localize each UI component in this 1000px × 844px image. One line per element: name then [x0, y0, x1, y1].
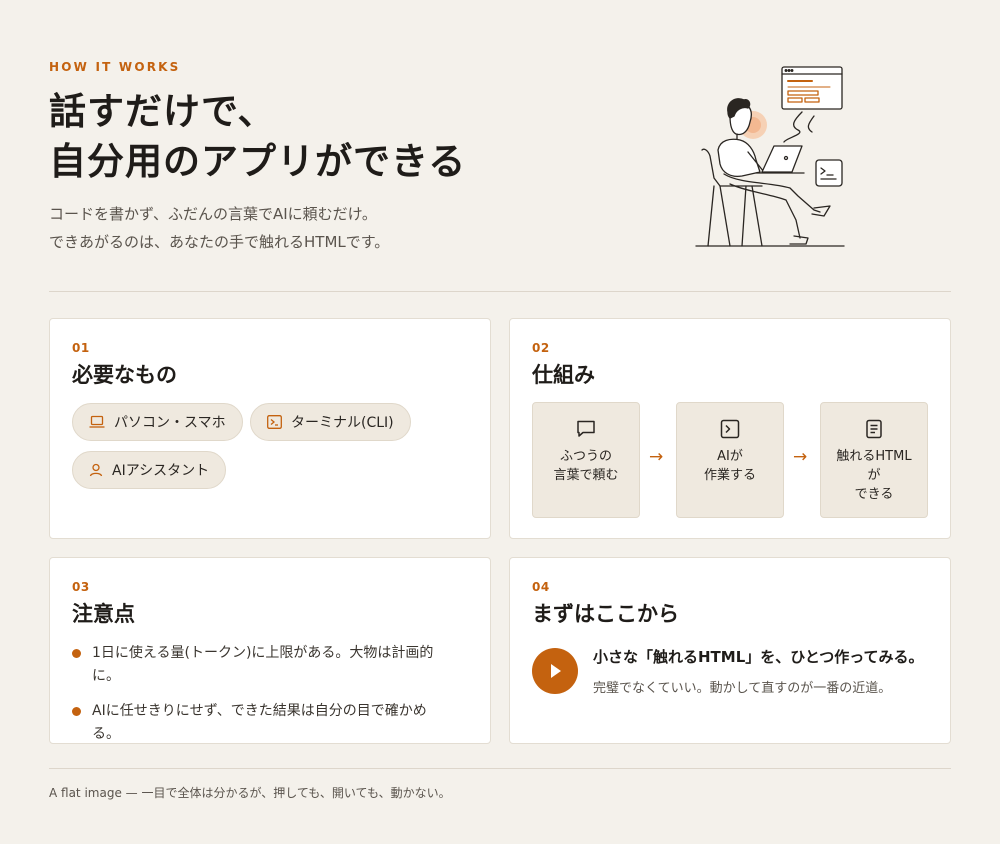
footer-note: A flat image — 一目で全体は分かるが、押しても、開いても、動かない… [49, 786, 451, 800]
terminal-icon [720, 419, 740, 439]
cta-body: 完璧でなくていい。動かして直すのが一番の近道。 [593, 681, 892, 696]
caution-text: 1日に使える量(トークン)に上限がある。大物は計画的に。 [92, 645, 434, 684]
caution-item: 1日に使える量(トークン)に上限がある。大物は計画的に。 [72, 642, 452, 688]
arrow-icon: → [649, 447, 664, 467]
hero-title: 話すだけで、 自分用のアプリができる [49, 86, 466, 186]
requirement-chip-device: パソコン・スマホ [72, 403, 243, 441]
requirement-chip-label: AIアシスタント [112, 463, 210, 479]
bullet-icon [72, 649, 81, 658]
cautions-card: 03 注意点 1日に使える量(トークン)に上限がある。大物は計画的に。 AIに任… [49, 557, 491, 744]
requirement-chip-terminal: ターミナル(CLI) [250, 403, 411, 441]
step-label: 触れるHTML が できる [836, 449, 912, 502]
person-with-laptop-illustration [695, 66, 845, 247]
card-title: 必要なもの [72, 362, 177, 387]
step-ai-works: AIが 作業する [676, 402, 784, 518]
footer-divider [49, 768, 951, 769]
card-number: 04 [532, 580, 550, 594]
step-label: AIが 作業する [703, 449, 756, 483]
person-icon [89, 463, 103, 477]
requirements-card: 01 必要なもの パソコン・スマホ ターミナル(CLI) AIアシスタント [49, 318, 491, 539]
card-number: 02 [532, 341, 550, 355]
hero-title-line1: 話すだけで、 [49, 89, 276, 133]
hero-title-line2: 自分用のアプリができる [49, 139, 467, 183]
card-title: 仕組み [532, 362, 595, 387]
play-button-icon [532, 648, 578, 694]
header-divider [49, 291, 951, 292]
step-label: ふつうの 言葉で頼む [553, 449, 619, 483]
card-number: 03 [72, 580, 90, 594]
caution-text: AIに任せきりにせず、できた結果は自分の目で確かめる。 [92, 703, 427, 742]
hero-subtitle-line2: できあがるのは、あなたの手で触れるHTMLです。 [49, 233, 390, 251]
laptop-icon [89, 415, 105, 428]
eyebrow: HOW IT WORKS [49, 60, 181, 74]
requirement-chip-assistant: AIアシスタント [72, 451, 227, 489]
start-card: 04 まずはここから 小さな「触れるHTML」を、ひとつ作ってみる。 完璧でなく… [509, 557, 951, 744]
cta-headline: 小さな「触れるHTML」を、ひとつ作ってみる。 [593, 648, 924, 666]
requirement-chip-label: パソコン・スマホ [114, 415, 226, 431]
requirement-chip-label: ターミナル(CLI) [291, 415, 394, 431]
card-title: 注意点 [72, 601, 135, 626]
arrow-icon: → [793, 447, 808, 467]
caution-item: AIに任せきりにせず、できた結果は自分の目で確かめる。 [72, 700, 452, 746]
step-html-ready: 触れるHTML が できる [820, 402, 928, 518]
hero-subtitle: コードを書かず、ふだんの言葉でAIに頼むだけ。 できあがるのは、あなたの手で触れ… [49, 200, 389, 256]
chat-bubble-icon [577, 420, 595, 437]
step-request: ふつうの 言葉で頼む [532, 402, 640, 518]
document-icon [866, 419, 882, 439]
mechanism-card: 02 仕組み ふつうの 言葉で頼む → AIが 作業する → 触れるHTML が… [509, 318, 951, 539]
card-number: 01 [72, 341, 90, 355]
terminal-icon [267, 415, 282, 429]
bullet-icon [72, 707, 81, 716]
hero-subtitle-line1: コードを書かず、ふだんの言葉でAIに頼むだけ。 [49, 205, 377, 223]
card-title: まずはここから [532, 601, 679, 626]
